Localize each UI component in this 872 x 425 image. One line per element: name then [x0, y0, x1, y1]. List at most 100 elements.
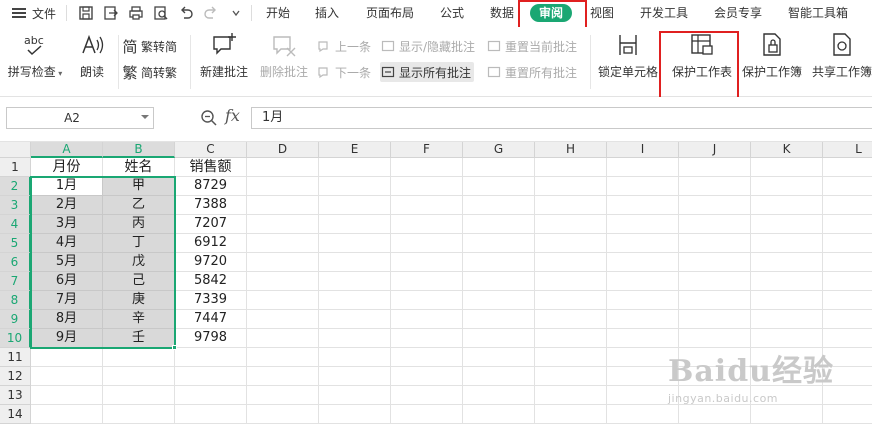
cell-g8[interactable] — [463, 291, 535, 310]
cell-i3[interactable] — [607, 196, 679, 215]
cell-k8[interactable] — [751, 291, 823, 310]
lock-cell-button[interactable]: 锁定单元格 — [596, 27, 660, 80]
cell-g5[interactable] — [463, 234, 535, 253]
cell-g14[interactable] — [463, 405, 535, 424]
cell-a11[interactable] — [31, 348, 103, 367]
cell-l8[interactable] — [823, 291, 872, 310]
cell-h6[interactable] — [535, 253, 607, 272]
tab-data[interactable]: 数据 — [490, 4, 514, 22]
tab-page-layout[interactable]: 页面布局 — [366, 4, 414, 22]
cell-d13[interactable] — [247, 386, 319, 405]
column-header-f[interactable]: F — [391, 142, 463, 158]
cell-b6[interactable]: 戊 — [103, 253, 175, 272]
cell-a2[interactable]: 1月 — [31, 177, 103, 196]
cell-i7[interactable] — [607, 272, 679, 291]
cell-e4[interactable] — [319, 215, 391, 234]
cell-f9[interactable] — [391, 310, 463, 329]
column-header-j[interactable]: J — [679, 142, 751, 158]
cell-e1[interactable] — [319, 158, 391, 177]
cell-l4[interactable] — [823, 215, 872, 234]
cell-g6[interactable] — [463, 253, 535, 272]
cell-i5[interactable] — [607, 234, 679, 253]
cell-f1[interactable] — [391, 158, 463, 177]
cell-b14[interactable] — [103, 405, 175, 424]
reset-all-comments-button[interactable]: 重置所有批注 — [486, 62, 577, 82]
redo-icon[interactable] — [201, 3, 221, 23]
show-hide-comment-button[interactable]: 显示/隐藏批注 — [380, 36, 475, 56]
cell-f5[interactable] — [391, 234, 463, 253]
cell-c11[interactable] — [175, 348, 247, 367]
cell-g1[interactable] — [463, 158, 535, 177]
cell-g2[interactable] — [463, 177, 535, 196]
row-header-5[interactable]: 5 — [0, 234, 31, 253]
cell-g3[interactable] — [463, 196, 535, 215]
row-header-12[interactable]: 12 — [0, 367, 31, 386]
cell-a6[interactable]: 5月 — [31, 253, 103, 272]
cell-c6[interactable]: 9720 — [175, 253, 247, 272]
tab-developer[interactable]: 开发工具 — [640, 4, 688, 22]
customize-chevron-icon[interactable] — [226, 3, 246, 23]
cell-i4[interactable] — [607, 215, 679, 234]
cell-a10[interactable]: 9月 — [31, 329, 103, 348]
cell-e9[interactable] — [319, 310, 391, 329]
cell-d12[interactable] — [247, 367, 319, 386]
cell-h14[interactable] — [535, 405, 607, 424]
column-header-h[interactable]: H — [535, 142, 607, 158]
cell-b5[interactable]: 丁 — [103, 234, 175, 253]
cell-k1[interactable] — [751, 158, 823, 177]
undo-icon[interactable] — [176, 3, 196, 23]
cell-f12[interactable] — [391, 367, 463, 386]
formula-input[interactable]: 1月 — [251, 107, 872, 129]
cell-l2[interactable] — [823, 177, 872, 196]
row-header-4[interactable]: 4 — [0, 215, 31, 234]
cell-a12[interactable] — [31, 367, 103, 386]
export-pdf-icon[interactable] — [101, 3, 121, 23]
row-header-6[interactable]: 6 — [0, 253, 31, 272]
name-box[interactable]: A2 — [6, 107, 154, 129]
cell-h2[interactable] — [535, 177, 607, 196]
cell-e3[interactable] — [319, 196, 391, 215]
cell-d10[interactable] — [247, 329, 319, 348]
cell-b7[interactable]: 己 — [103, 272, 175, 291]
cell-j6[interactable] — [679, 253, 751, 272]
next-comment-button[interactable]: 下一条 — [316, 62, 371, 82]
cell-l6[interactable] — [823, 253, 872, 272]
zoom-icon[interactable] — [200, 109, 218, 127]
cell-b9[interactable]: 辛 — [103, 310, 175, 329]
cell-i8[interactable] — [607, 291, 679, 310]
cell-c3[interactable]: 7388 — [175, 196, 247, 215]
cell-g11[interactable] — [463, 348, 535, 367]
cell-i1[interactable] — [607, 158, 679, 177]
column-header-g[interactable]: G — [463, 142, 535, 158]
cell-a3[interactable]: 2月 — [31, 196, 103, 215]
cell-c13[interactable] — [175, 386, 247, 405]
cell-f13[interactable] — [391, 386, 463, 405]
cell-h12[interactable] — [535, 367, 607, 386]
cell-d7[interactable] — [247, 272, 319, 291]
cell-g12[interactable] — [463, 367, 535, 386]
row-header-7[interactable]: 7 — [0, 272, 31, 291]
cell-h7[interactable] — [535, 272, 607, 291]
column-header-k[interactable]: K — [751, 142, 823, 158]
file-menu[interactable]: 文件 — [12, 4, 56, 22]
cell-c14[interactable] — [175, 405, 247, 424]
row-header-10[interactable]: 10 — [0, 329, 31, 348]
cell-a13[interactable] — [31, 386, 103, 405]
cell-c8[interactable]: 7339 — [175, 291, 247, 310]
prev-comment-button[interactable]: 上一条 — [316, 36, 371, 56]
cell-f3[interactable] — [391, 196, 463, 215]
cell-j9[interactable] — [679, 310, 751, 329]
cell-j4[interactable] — [679, 215, 751, 234]
cell-f6[interactable] — [391, 253, 463, 272]
fill-handle[interactable] — [172, 345, 177, 350]
cell-d1[interactable] — [247, 158, 319, 177]
cell-e14[interactable] — [319, 405, 391, 424]
row-header-3[interactable]: 3 — [0, 196, 31, 215]
row-header-9[interactable]: 9 — [0, 310, 31, 329]
tab-insert[interactable]: 插入 — [315, 4, 339, 22]
cell-i6[interactable] — [607, 253, 679, 272]
cell-k6[interactable] — [751, 253, 823, 272]
cell-f4[interactable] — [391, 215, 463, 234]
cell-g4[interactable] — [463, 215, 535, 234]
cell-f10[interactable] — [391, 329, 463, 348]
